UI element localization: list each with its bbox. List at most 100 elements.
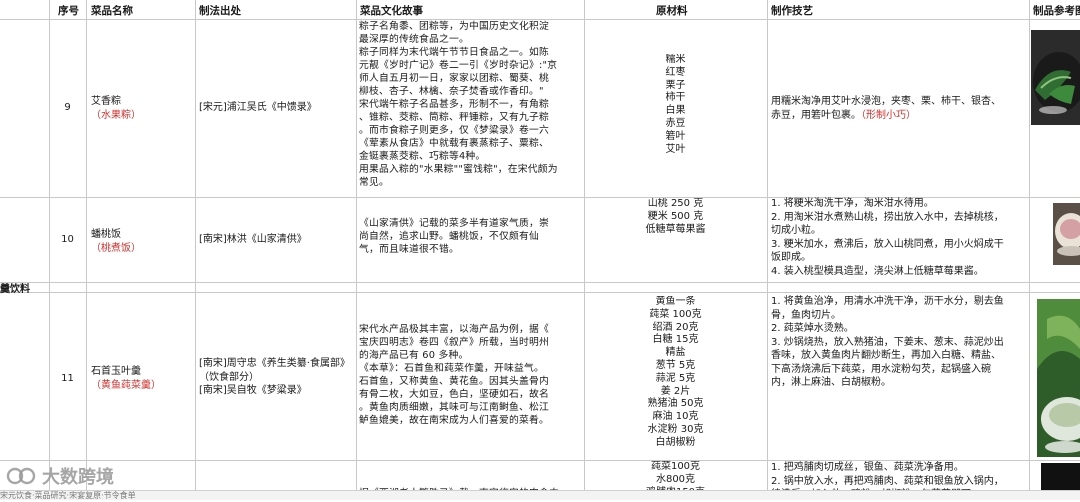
story-line: 师人自五月初一日，家家以团粽、蜀葵、桃 — [359, 73, 549, 84]
technique-text: 1. 将黄鱼治净，用清水冲洗干净，沥干水分，剔去鱼 骨，鱼肉切片。 2. 莼菜焯水烫… — [771, 295, 1027, 390]
column-divider — [356, 0, 357, 499]
section-label: 羹饮料 — [0, 284, 30, 295]
material-item: 姜 2片 — [660, 385, 691, 397]
column-divider — [1029, 0, 1030, 499]
dish-alias: （桃煮饭） — [91, 242, 141, 254]
row-index: 11 — [61, 373, 74, 384]
material-item: 绍酒 20克 — [652, 321, 699, 333]
material-item: 山桃 250 克 — [647, 198, 704, 209]
material-item: 糯米 — [665, 54, 686, 65]
story-line: 元靓《岁时广记》卷二一引《岁时杂记》:"京 — [359, 60, 558, 71]
story-line: 用果品入粽的"水果粽""蜜饯粽"，在宋代颇为 — [359, 164, 558, 175]
technique-text: 用糯米淘净用艾叶水浸泡，夹枣、栗、柿干、银杏、 赤豆，用箬叶包裹。（形制小巧） — [771, 96, 1001, 121]
dish-name: 石首玉叶羹 — [91, 366, 141, 377]
story-line: 、锥粽、茭粽、筒粽、秤锤粽，又有九子粽 — [359, 112, 549, 123]
technique-step: 1. 把鸡脯肉切成丝，银鱼、莼菜洗净备用。 — [771, 462, 964, 473]
material-item: 赤豆 — [665, 117, 686, 129]
story-text: 粽子名角黍、团粽等，为中国历史文化积淀 最深厚的传统食品之一。粽子同样为末代端午节… — [359, 20, 583, 189]
soup-image — [1037, 299, 1080, 457]
technique-step: 内，淋上麻油、白胡椒粉。 — [771, 377, 891, 388]
technique-step: 切成小粒。 — [771, 225, 821, 236]
watermark-logo-icon — [6, 467, 36, 485]
story-line: 《荤素从食店》中就载有裹蒸粽子、粟粽、 — [359, 138, 549, 149]
dish-name: 蟠桃饭 — [91, 229, 121, 240]
row-index: 9 — [64, 102, 71, 113]
watermark-text: 大数跨境 — [42, 467, 114, 488]
technique-step: 饭即成。 — [771, 252, 811, 263]
material-item: 熟猪油 50克 — [647, 398, 704, 410]
material-item: 葱节 5克 — [655, 359, 696, 371]
story-line: 粽子同样为末代端午节节日食品之一。如陈 — [359, 47, 549, 58]
column-divider — [767, 0, 768, 499]
header-index: 序号 — [58, 5, 79, 17]
dish-alias: （水果粽） — [91, 109, 141, 121]
material-item: 水淀粉 30克 — [647, 423, 704, 435]
technique-step: 2. 用淘米泔水煮熟山桃，捞出放入水中，去掉桃核， — [771, 211, 1004, 223]
materials-list: 糯米 红枣 栗子 柿干 白果 赤豆 箬叶 艾叶 — [584, 54, 767, 156]
zongzi-image — [1031, 30, 1080, 125]
dish-photo-zongzi — [1031, 30, 1080, 125]
header-story: 菜品文化故事 — [360, 5, 423, 17]
story-line: 有骨二枚，大如豆，色白，坚硬如石，故名 — [359, 389, 549, 400]
story-line: 宋代水产品极其丰富，以海产品为例，据《 — [359, 324, 549, 335]
header-source: 制法出处 — [199, 5, 241, 17]
story-line: 宝庆四明志》卷四《叙产》所载，当时明州 — [359, 337, 549, 348]
story-line: 气，而且味道很不错。 — [359, 244, 459, 255]
material-item: 莼菜 100克 — [649, 308, 702, 320]
story-line: 宋代端午粽子名品甚多，形制不一，有角粽 — [359, 99, 549, 110]
material-item: 柿干 — [665, 92, 686, 104]
row-divider — [0, 282, 1080, 283]
technique-step: 2. 莼菜焯水烫熟。 — [771, 323, 854, 334]
dish-name: 艾香粽 — [91, 96, 121, 107]
story-line: 柳枝、杏子、林檎、奈子焚香或作香印。" — [359, 86, 544, 97]
material-item: 白果 — [665, 105, 686, 117]
column-divider — [49, 0, 50, 499]
story-text: 宋代水产品极其丰富，以海产品为例，据《 宝庆四明志》卷四《叙产》所载，当时明州 的海… — [359, 323, 583, 427]
technique-step: 1. 将黄鱼治净，用清水冲洗干净，沥干水分，剔去鱼 — [771, 296, 1004, 307]
material-item: 黄鱼一条 — [655, 296, 696, 307]
technique-step: 2. 锅中放入水，再把鸡脯肉、莼菜和银鱼放入锅内， — [771, 475, 1004, 487]
material-item: 蒜泥 5克 — [655, 372, 696, 384]
source-text: [宋元]浦江吴氏《中馈录》 — [199, 102, 317, 113]
story-line: 鲈鱼媲美，故在南宋成为人们喜爱的菜肴。 — [359, 415, 549, 426]
material-item: 精盐 — [665, 347, 686, 359]
material-item: 红枣 — [665, 66, 686, 78]
material-item: 白糖 15克 — [652, 334, 699, 346]
header-name: 菜品名称 — [91, 5, 133, 17]
story-line: 。黄鱼肉质细嫩，其味可与江南鲥鱼、松江 — [359, 402, 549, 413]
story-line: 粽子名角黍、团粽等，为中国历史文化积淀 — [359, 21, 549, 32]
dish-photo-partial — [1041, 463, 1080, 490]
story-line: 常见。 — [359, 177, 389, 188]
column-divider — [195, 0, 196, 499]
technique-step: 3. 炒锅烧热，放入熟猪油，下姜末、葱末、蒜泥炒出 — [771, 336, 1004, 348]
material-item: 白胡椒粉 — [655, 436, 696, 448]
dish-name-cell: 艾香粽 （水果粽） — [91, 95, 191, 122]
material-item: 水800克 — [655, 473, 696, 485]
story-line: 《山家清供》记载的菜多半有道家气质，崇 — [359, 218, 549, 229]
technique-step: 4. 装入桃型模具造型，浇尖淋上低糖草莓果酱。 — [771, 265, 984, 277]
rice-image — [1053, 203, 1080, 265]
story-text: 《山家清供》记载的菜多半有道家气质，崇 尚自然，追求山野。蟠桃饭，不仅颇有仙 气，而… — [359, 217, 583, 256]
material-item: 箬叶 — [665, 130, 686, 142]
material-item: 艾叶 — [665, 143, 686, 155]
technique-step: 下高汤烧沸后下莼菜，用水淀粉勾芡，起锅盛入碗 — [771, 363, 991, 375]
header-technique: 制作技艺 — [771, 5, 813, 17]
column-divider — [86, 0, 87, 499]
row-index: 10 — [61, 234, 74, 245]
source-text: [南宋]周守忠《养生类纂·食属部》（饮食部分） [南宋]吴自牧《梦粱录》 — [199, 358, 350, 396]
material-item: 低糖草莓果酱 — [645, 223, 706, 235]
materials-list: 山桃 250 克粳米 500 克低糖草莓果酱 — [584, 198, 767, 236]
technique-note: （形制小巧） — [861, 109, 916, 121]
materials-list: 黄鱼一条 莼菜 100克 绍酒 20克 白糖 15克 精盐 葱节 5克 蒜泥 5克姜 2片熟… — [584, 296, 767, 450]
dish-name-cell: 石首玉叶羹 （黄鱼莼菜羹） — [91, 365, 191, 392]
story-line: 尚自然，追求山野。蟠桃饭，不仅颇有仙 — [359, 231, 539, 242]
story-line: 最深厚的传统食品之一。 — [359, 34, 469, 45]
source-text: [南宋]林洪《山家清供》 — [199, 234, 307, 245]
dish-photo-rice — [1053, 203, 1080, 265]
story-line: 金铤裹蒸茭粽、巧粽等4种。 — [359, 151, 486, 162]
story-line: 《本草》：石首鱼和莼菜作羹，开味益气。 — [359, 363, 545, 374]
header-photo: 制品参考图 — [1033, 5, 1080, 17]
story-line: 的海产品已有 60 多种。 — [359, 350, 469, 361]
technique-step: 香味，放入黄鱼肉片翻炒断生，再加入白糖、精盐、 — [771, 350, 1001, 361]
story-line: 石首鱼，又称黄鱼、黄花鱼。因其头盖骨内 — [359, 376, 549, 387]
